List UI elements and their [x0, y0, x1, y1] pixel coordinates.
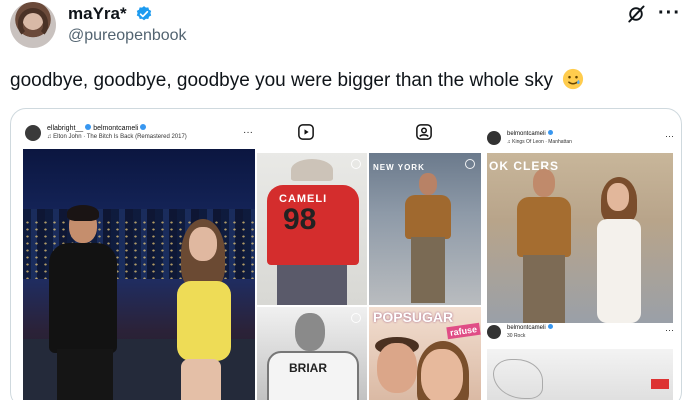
jersey-number: 98	[283, 203, 317, 236]
popsugar-logo: POPSUGAR	[373, 309, 454, 325]
display-name[interactable]: maYra*	[68, 4, 127, 24]
photo-couple-street[interactable]: OK CLERS	[487, 153, 673, 323]
story-more-icon: ···	[243, 127, 253, 138]
story-location: 30 Rock	[507, 333, 526, 339]
cap	[291, 159, 333, 181]
popsugar-badge: rafuse	[446, 322, 481, 340]
man-figure	[513, 169, 573, 323]
left-story-header: ellabright__ belmontcameli ♫ Elton John ·…	[25, 123, 253, 147]
photo-hockey[interactable]: BRIAR	[257, 307, 367, 400]
author-name-row[interactable]: maYra*	[68, 4, 153, 24]
face	[377, 343, 417, 393]
woman-figure	[591, 177, 651, 323]
face	[421, 349, 463, 400]
wall-sketch	[493, 359, 543, 399]
reels-icon	[298, 124, 314, 140]
story-user-1: ellabright__	[47, 125, 84, 132]
photo-popsugar[interactable]: POPSUGAR rafuse	[369, 307, 481, 400]
tweet-media-card[interactable]: ellabright__ belmontcameli ♫ Elton John ·…	[10, 108, 682, 400]
photo-hallway[interactable]	[487, 349, 673, 400]
author-avatar[interactable]	[10, 2, 56, 48]
multi-photo-icon	[351, 313, 361, 323]
street-sign: NEW YORK	[373, 163, 425, 172]
story-user: belmontcameli	[507, 130, 553, 137]
exit-sign	[651, 379, 669, 389]
photo-jersey[interactable]: CAMELI 98	[257, 153, 367, 305]
story-avatar	[25, 125, 41, 141]
story-user-label: belmontcameli	[507, 131, 546, 137]
story-more-icon: ···	[665, 131, 674, 141]
pants	[277, 265, 347, 305]
story-user-2: belmontcameli	[93, 125, 139, 132]
man-figure	[43, 205, 123, 400]
verified-badge-icon	[136, 6, 152, 21]
story-user-label: belmontcameli	[507, 325, 546, 331]
tweet-text: goodbye, goodbye, goodbye you were bigge…	[10, 68, 584, 92]
tweet-text-content: goodbye, goodbye, goodbye you were bigge…	[10, 70, 553, 91]
grok-icon[interactable]	[626, 4, 646, 24]
photo-street[interactable]: NEW YORK	[369, 153, 481, 305]
multi-photo-icon	[351, 159, 361, 169]
right-story-header: belmontcameli ♫ Kings Of Leon · Manhatta…	[487, 129, 677, 153]
story-usernames: ellabright__ belmontcameli	[47, 124, 148, 132]
story-location: ♫ Kings Of Leon · Manhattan	[507, 139, 572, 145]
story-location-label: Kings Of Leon · Manhattan	[512, 139, 572, 145]
crying-smiley-icon	[563, 68, 584, 90]
right-story-header-2: belmontcameli 30 Rock ···	[487, 323, 677, 347]
profile-tag-icon	[416, 124, 432, 140]
story-more-icon: ···	[665, 325, 674, 335]
hockey-jersey-text: BRIAR	[289, 361, 327, 375]
more-options-icon[interactable]: ···	[658, 2, 681, 25]
story-avatar	[487, 325, 501, 339]
head	[295, 313, 325, 351]
story-song: ♫ Elton John · The Bitch Is Back (Remast…	[47, 134, 187, 140]
story-song-label: Elton John · The Bitch Is Back (Remaster…	[53, 134, 187, 140]
hockey-jersey	[267, 351, 359, 400]
author-handle[interactable]: @pureopenbook	[68, 27, 187, 45]
photo-talk-show[interactable]	[23, 149, 255, 400]
walker-figure	[403, 173, 453, 303]
verified-mini-icon	[547, 130, 553, 135]
woman-figure	[163, 219, 243, 400]
story-avatar	[487, 131, 501, 145]
verified-mini-icon	[140, 124, 147, 130]
multi-photo-icon	[465, 159, 475, 169]
verified-mini-icon	[85, 124, 92, 130]
verified-mini-icon	[547, 324, 553, 329]
story-user: belmontcameli	[507, 324, 553, 331]
